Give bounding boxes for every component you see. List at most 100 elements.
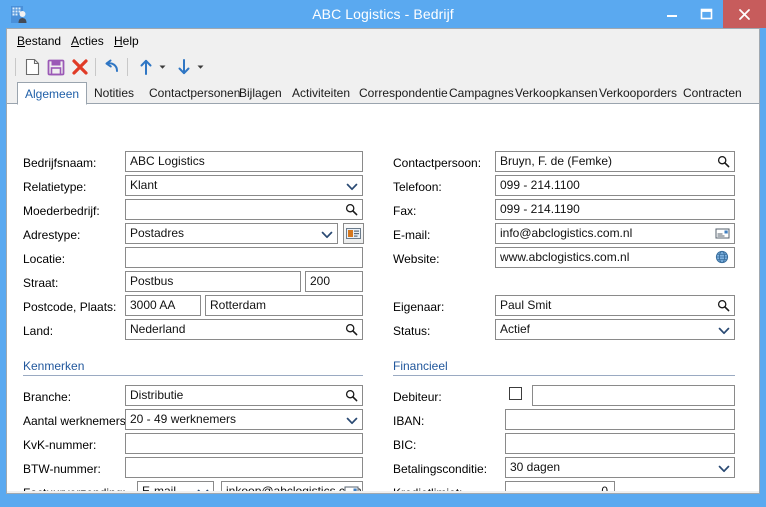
field-relatietype[interactable]: Klant xyxy=(125,175,363,196)
menu-bar: Bestand Acties Help xyxy=(7,29,759,52)
field-bedrijfsnaam[interactable]: ABC Logistics xyxy=(125,151,363,172)
field-moederbedrijf[interactable] xyxy=(125,199,363,220)
field-branche[interactable]: Distributie xyxy=(125,385,363,406)
toolbar-separator xyxy=(127,58,128,76)
label-land: Land: xyxy=(23,324,54,338)
label-btw-nummer: BTW-nummer: xyxy=(23,462,101,476)
menu-help-rest: elp xyxy=(122,34,139,48)
mail-icon[interactable] xyxy=(715,227,730,240)
undo-icon[interactable] xyxy=(101,56,123,78)
field-aantal-werknemers[interactable]: 20 - 49 werknemers xyxy=(125,409,363,430)
menu-acties[interactable]: Acties xyxy=(69,33,106,49)
search-icon[interactable] xyxy=(717,299,730,312)
checkbox-debiteur[interactable] xyxy=(509,387,522,400)
label-moederbedrijf: Moederbedrijf: xyxy=(23,204,100,218)
label-straat: Straat: xyxy=(23,276,59,290)
menu-bestand[interactable]: Bestand xyxy=(15,33,63,49)
maximize-icon xyxy=(689,0,723,28)
toolbar-separator xyxy=(95,58,96,76)
field-straat[interactable]: Postbus xyxy=(125,271,301,292)
application-window: ABC Logistics - Bedrijf Bestand Acties H… xyxy=(0,0,766,507)
label-email: E-mail: xyxy=(393,228,431,242)
new-icon[interactable] xyxy=(21,56,43,78)
field-status[interactable]: Actief xyxy=(495,319,735,340)
field-email[interactable]: info@abclogistics.com.nl xyxy=(495,223,735,244)
title-bar: ABC Logistics - Bedrijf xyxy=(0,0,766,28)
label-bic: BIC: xyxy=(393,438,417,452)
general-tab-panel: Bedrijfsnaam: ABC Logistics Relatietype:… xyxy=(7,104,759,493)
label-aantal-werknemers: Aantal werknemers: xyxy=(23,414,130,428)
window-title: ABC Logistics - Bedrijf xyxy=(312,6,454,22)
maximize-button[interactable] xyxy=(689,0,723,28)
label-postcode-plaats: Postcode, Plaats: xyxy=(23,300,117,314)
field-land[interactable]: Nederland xyxy=(125,319,363,340)
label-debiteur: Debiteur: xyxy=(393,390,442,404)
menu-bestand-accel: B xyxy=(17,34,26,48)
field-adrestype[interactable]: Postadres xyxy=(125,223,338,244)
field-iban[interactable] xyxy=(505,409,735,430)
tab-notities[interactable]: Notities xyxy=(87,83,141,104)
next-record-dropdown-icon[interactable] xyxy=(197,64,204,70)
label-bedrijfsnaam: Bedrijfsnaam: xyxy=(23,156,97,170)
minimize-icon xyxy=(655,0,689,28)
section-title-financieel: Financieel xyxy=(393,359,448,373)
field-btw-nummer[interactable] xyxy=(125,457,363,478)
next-record-icon[interactable] xyxy=(173,56,195,78)
previous-record-dropdown-icon[interactable] xyxy=(159,64,166,70)
tab-contracten[interactable]: Contracten xyxy=(676,83,749,104)
toolbar-separator xyxy=(15,58,16,76)
search-icon[interactable] xyxy=(345,323,358,336)
label-telefoon: Telefoon: xyxy=(393,180,442,194)
field-fax[interactable]: 099 - 214.1190 xyxy=(495,199,735,220)
section-divider xyxy=(23,375,363,376)
field-huisnummer[interactable]: 200 xyxy=(305,271,363,292)
tab-algemeen[interactable]: Algemeen xyxy=(17,82,88,105)
tab-verkooporders[interactable]: Verkooporders xyxy=(592,83,684,104)
tab-bijlagen[interactable]: Bijlagen xyxy=(232,83,289,104)
label-fax: Fax: xyxy=(393,204,417,218)
label-relatietype: Relatietype: xyxy=(23,180,87,194)
toolbar xyxy=(7,52,759,83)
client-area: Bestand Acties Help Algemeen Notities Co… xyxy=(6,28,760,494)
previous-record-icon[interactable] xyxy=(135,56,157,78)
client-bottom-strip xyxy=(7,491,759,493)
delete-icon[interactable] xyxy=(69,56,91,78)
field-bic[interactable] xyxy=(505,433,735,454)
search-icon[interactable] xyxy=(345,389,358,402)
tab-activiteiten[interactable]: Activiteiten xyxy=(285,83,357,104)
minimize-button[interactable] xyxy=(655,0,689,28)
field-postcode[interactable]: 3000 AA xyxy=(125,295,201,316)
label-iban: IBAN: xyxy=(393,414,425,428)
label-website: Website: xyxy=(393,252,440,266)
field-website[interactable]: www.abclogistics.com.nl xyxy=(495,247,735,268)
close-button[interactable] xyxy=(723,0,766,28)
field-telefoon[interactable]: 099 - 214.1100 xyxy=(495,175,735,196)
menu-help[interactable]: Help xyxy=(112,33,141,49)
tab-verkoopkansen[interactable]: Verkoopkansen xyxy=(508,83,605,104)
address-card-button[interactable] xyxy=(343,223,364,244)
save-icon[interactable] xyxy=(45,56,67,78)
label-contactpersoon: Contactpersoon: xyxy=(393,156,482,170)
search-icon[interactable] xyxy=(717,155,730,168)
label-branche: Branche: xyxy=(23,390,72,404)
menu-help-accel: H xyxy=(114,34,123,48)
tab-strip: Algemeen Notities Contactpersonen Bijlag… xyxy=(7,82,759,105)
field-betalingsconditie[interactable]: 30 dagen xyxy=(505,457,735,478)
menu-acties-rest: cties xyxy=(79,34,104,48)
label-adrestype: Adrestype: xyxy=(23,228,81,242)
label-status: Status: xyxy=(393,324,431,338)
field-debiteur[interactable] xyxy=(532,385,735,406)
field-kvk-nummer[interactable] xyxy=(125,433,363,454)
globe-icon[interactable] xyxy=(715,250,730,264)
field-plaats[interactable]: Rotterdam xyxy=(205,295,363,316)
tab-correspondentie[interactable]: Correspondentie xyxy=(352,83,455,104)
menu-acties-accel: A xyxy=(71,34,80,48)
field-locatie[interactable] xyxy=(125,247,363,268)
close-icon xyxy=(723,0,766,28)
label-kvk-nummer: KvK-nummer: xyxy=(23,438,97,452)
field-contactpersoon[interactable]: Bruyn, F. de (Femke) xyxy=(495,151,735,172)
field-eigenaar[interactable]: Paul Smit xyxy=(495,295,735,316)
section-divider xyxy=(393,375,735,376)
label-betalingsconditie: Betalingsconditie: xyxy=(393,462,488,476)
search-icon[interactable] xyxy=(345,203,358,216)
